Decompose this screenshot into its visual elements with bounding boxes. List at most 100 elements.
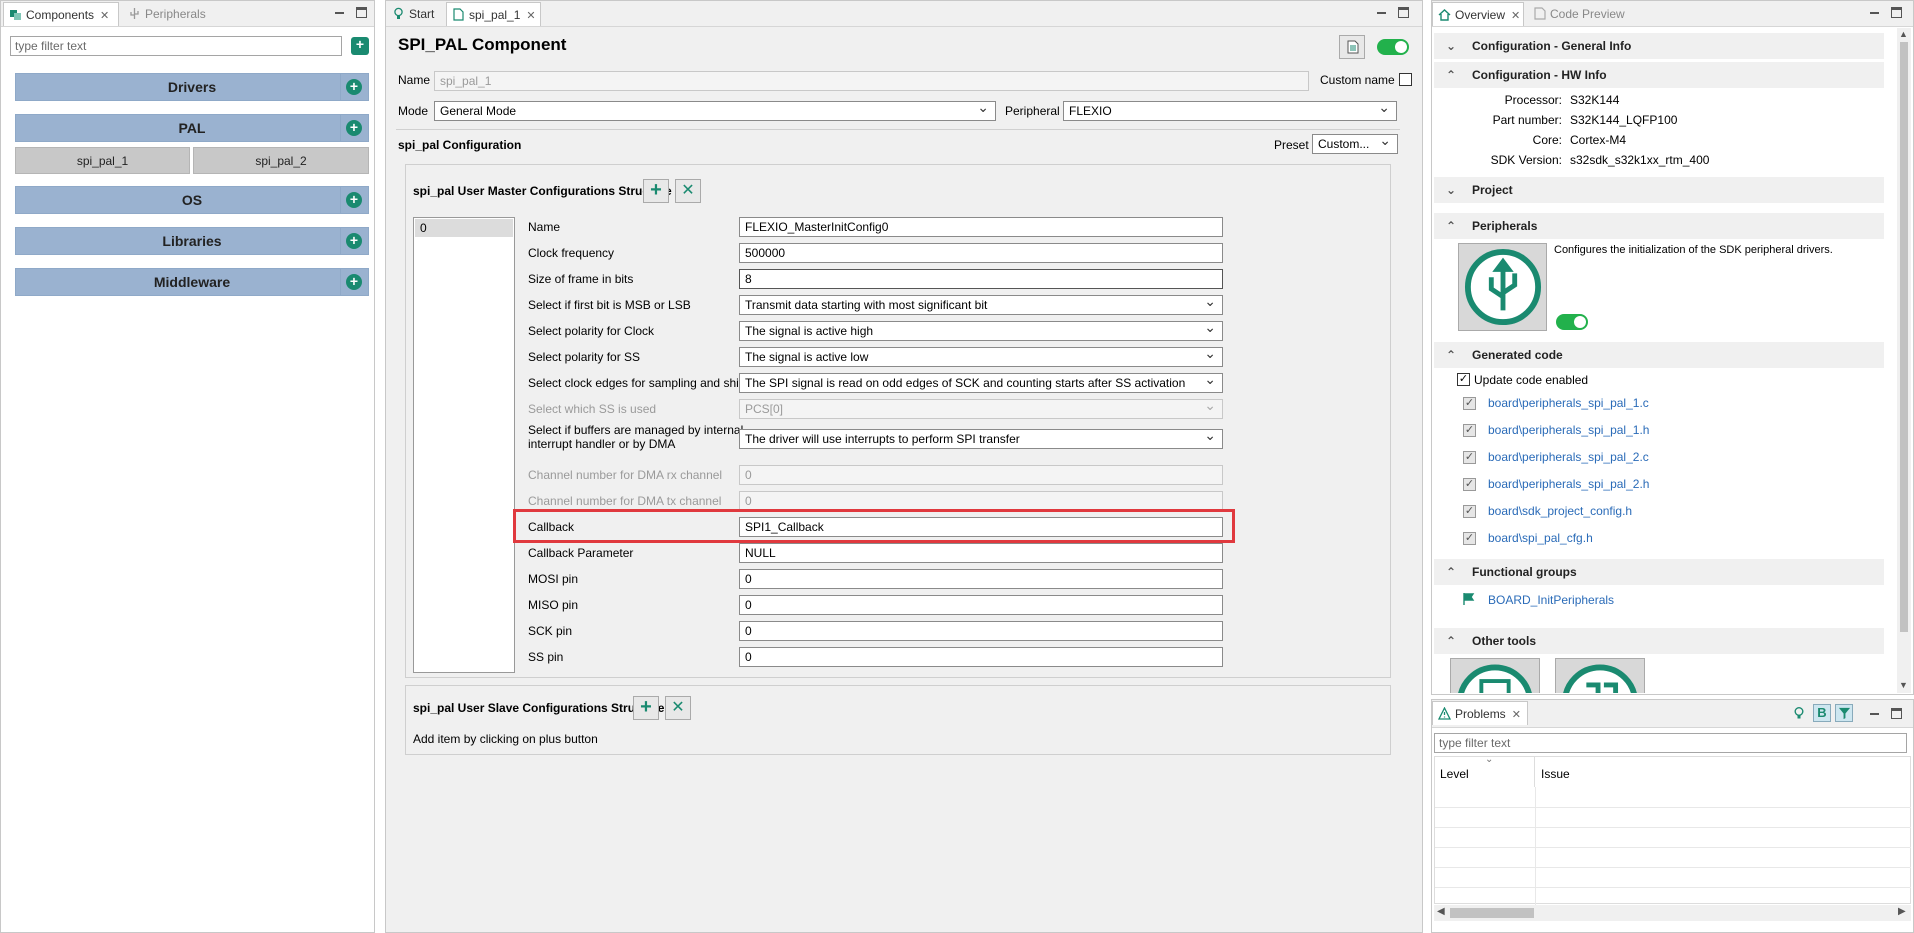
- tab-peripherals[interactable]: Peripherals: [123, 2, 223, 26]
- remove-master-config-button[interactable]: ✕: [675, 179, 701, 203]
- category-drivers[interactable]: Drivers +: [15, 73, 369, 101]
- add-pal-icon[interactable]: +: [346, 120, 362, 136]
- section-general-info[interactable]: ⌄ Configuration - General Info: [1434, 33, 1884, 59]
- generated-file-link[interactable]: board\sdk_project_config.h: [1488, 504, 1632, 518]
- chevron-up-icon: ⌃: [1446, 565, 1457, 579]
- overview-scrollbar[interactable]: ▲ ▼: [1897, 28, 1911, 693]
- bold-filter-icon[interactable]: B: [1813, 704, 1831, 722]
- config-row-value[interactable]: The SPI signal is read on odd edges of S…: [739, 373, 1223, 393]
- documentation-button[interactable]: [1339, 35, 1365, 59]
- scroll-down-icon[interactable]: ▼: [1899, 680, 1908, 690]
- mode-select[interactable]: General Mode: [434, 101, 996, 121]
- generated-file-link[interactable]: board\peripherals_spi_pal_2.c: [1488, 450, 1649, 464]
- config-row-value[interactable]: Transmit data starting with most signifi…: [739, 295, 1223, 315]
- scroll-thumb[interactable]: [1450, 908, 1534, 918]
- add-master-config-button[interactable]: +: [643, 179, 669, 203]
- config-row-value[interactable]: 0: [739, 465, 1223, 485]
- config-row-value[interactable]: 0: [739, 569, 1223, 589]
- component-spi-pal-2[interactable]: spi_pal_2: [193, 147, 369, 174]
- maximize-icon[interactable]: [1398, 7, 1409, 18]
- generated-file-link[interactable]: board\peripherals_spi_pal_2.h: [1488, 477, 1649, 491]
- minimize-icon[interactable]: [1376, 7, 1387, 18]
- category-middleware[interactable]: Middleware +: [15, 268, 369, 296]
- column-header-level[interactable]: ⌄ Level: [1435, 754, 1535, 787]
- pins-tool-button[interactable]: [1450, 658, 1540, 693]
- generated-file-link[interactable]: board\spi_pal_cfg.h: [1488, 531, 1593, 545]
- scroll-up-icon[interactable]: ▲: [1899, 29, 1908, 39]
- section-hw-info[interactable]: ⌃ Configuration - HW Info: [1434, 62, 1884, 88]
- peripherals-enable-toggle[interactable]: [1556, 314, 1588, 330]
- config-row-value[interactable]: 0: [739, 595, 1223, 615]
- problems-filter-input[interactable]: type filter text: [1434, 733, 1907, 753]
- clocks-tool-button[interactable]: [1555, 658, 1645, 693]
- tab-overview[interactable]: Overview ✕: [1432, 2, 1524, 26]
- problems-hscrollbar[interactable]: ◀ ▶: [1434, 905, 1911, 921]
- add-component-button[interactable]: +: [351, 37, 369, 55]
- lightbulb-icon[interactable]: [1792, 706, 1806, 720]
- generated-file-link[interactable]: board\peripherals_spi_pal_1.c: [1488, 396, 1649, 410]
- add-slave-config-button[interactable]: +: [633, 696, 659, 720]
- minimize-icon[interactable]: [1869, 708, 1880, 719]
- config-row-value[interactable]: NULL: [739, 543, 1223, 563]
- tab-problems[interactable]: Problems ✕: [1432, 701, 1528, 725]
- peripherals-tool-button[interactable]: [1458, 243, 1547, 331]
- add-middleware-icon[interactable]: +: [346, 274, 362, 290]
- close-icon[interactable]: ✕: [100, 10, 109, 22]
- maximize-icon[interactable]: [1891, 708, 1902, 719]
- minimize-icon[interactable]: [334, 7, 345, 18]
- category-libraries[interactable]: Libraries +: [15, 227, 369, 255]
- config-row-value[interactable]: 0: [739, 491, 1223, 511]
- list-item[interactable]: 0: [415, 219, 513, 237]
- config-row-value[interactable]: 0: [739, 647, 1223, 667]
- name-input[interactable]: spi_pal_1: [434, 71, 1309, 91]
- generated-file-link[interactable]: board\peripherals_spi_pal_1.h: [1488, 423, 1649, 437]
- close-icon[interactable]: ✕: [526, 10, 535, 22]
- config-row-value[interactable]: PCS[0]: [739, 399, 1223, 419]
- tab-components-label: Components: [26, 8, 95, 22]
- tab-start[interactable]: Start: [387, 2, 445, 26]
- config-row-value[interactable]: The driver will use interrupts to perfor…: [739, 429, 1223, 449]
- section-generated-code[interactable]: ⌃ Generated code: [1434, 342, 1884, 368]
- section-peripherals[interactable]: ⌃ Peripherals: [1434, 213, 1884, 239]
- maximize-icon[interactable]: [1891, 7, 1902, 18]
- config-row-value[interactable]: 0: [739, 621, 1223, 641]
- functional-group-link[interactable]: BOARD_InitPeripherals: [1488, 593, 1614, 607]
- processor-value: S32K144: [1570, 93, 1620, 107]
- config-row-value[interactable]: 500000: [739, 243, 1223, 263]
- minimize-icon[interactable]: [1869, 7, 1880, 18]
- tab-spi-pal-1[interactable]: spi_pal_1 ✕: [446, 2, 541, 26]
- add-os-icon[interactable]: +: [346, 192, 362, 208]
- tab-code-preview[interactable]: Code Preview: [1528, 2, 1638, 26]
- section-other-tools[interactable]: ⌃ Other tools: [1434, 628, 1884, 654]
- column-header-issue[interactable]: Issue: [1535, 757, 1911, 787]
- preset-select[interactable]: Custom...: [1312, 134, 1398, 154]
- config-row-value[interactable]: The signal is active high: [739, 321, 1223, 341]
- category-os[interactable]: OS +: [15, 186, 369, 214]
- close-icon[interactable]: ✕: [1512, 709, 1521, 721]
- section-project[interactable]: ⌄ Project: [1434, 177, 1884, 203]
- processor-label: Processor:: [1504, 93, 1562, 107]
- scroll-left-icon[interactable]: ◀: [1437, 906, 1445, 917]
- close-icon[interactable]: ✕: [1511, 10, 1520, 22]
- scroll-thumb[interactable]: [1900, 42, 1908, 632]
- maximize-icon[interactable]: [356, 7, 367, 18]
- peripheral-select[interactable]: FLEXIO: [1063, 101, 1397, 121]
- add-driver-icon[interactable]: +: [346, 79, 362, 95]
- config-row-value[interactable]: The signal is active low: [739, 347, 1223, 367]
- filter-icon[interactable]: [1835, 704, 1853, 722]
- config-row-value[interactable]: FLEXIO_MasterInitConfig0: [739, 217, 1223, 237]
- component-spi-pal-1[interactable]: spi_pal_1: [15, 147, 190, 174]
- section-other-tools-label: Other tools: [1472, 634, 1537, 648]
- add-library-icon[interactable]: +: [346, 233, 362, 249]
- config-row-value[interactable]: 8: [739, 269, 1223, 289]
- master-config-list[interactable]: 0: [413, 217, 515, 673]
- scroll-right-icon[interactable]: ▶: [1898, 906, 1906, 917]
- custom-name-checkbox[interactable]: [1399, 73, 1412, 86]
- category-pal[interactable]: PAL +: [15, 114, 369, 142]
- remove-slave-config-button[interactable]: ✕: [665, 696, 691, 720]
- update-code-checkbox[interactable]: ✓: [1457, 373, 1470, 386]
- tab-components[interactable]: Components ✕: [3, 2, 119, 26]
- section-functional-groups[interactable]: ⌃ Functional groups: [1434, 559, 1884, 585]
- component-enable-toggle[interactable]: [1377, 39, 1409, 55]
- components-filter-input[interactable]: type filter text: [10, 36, 342, 56]
